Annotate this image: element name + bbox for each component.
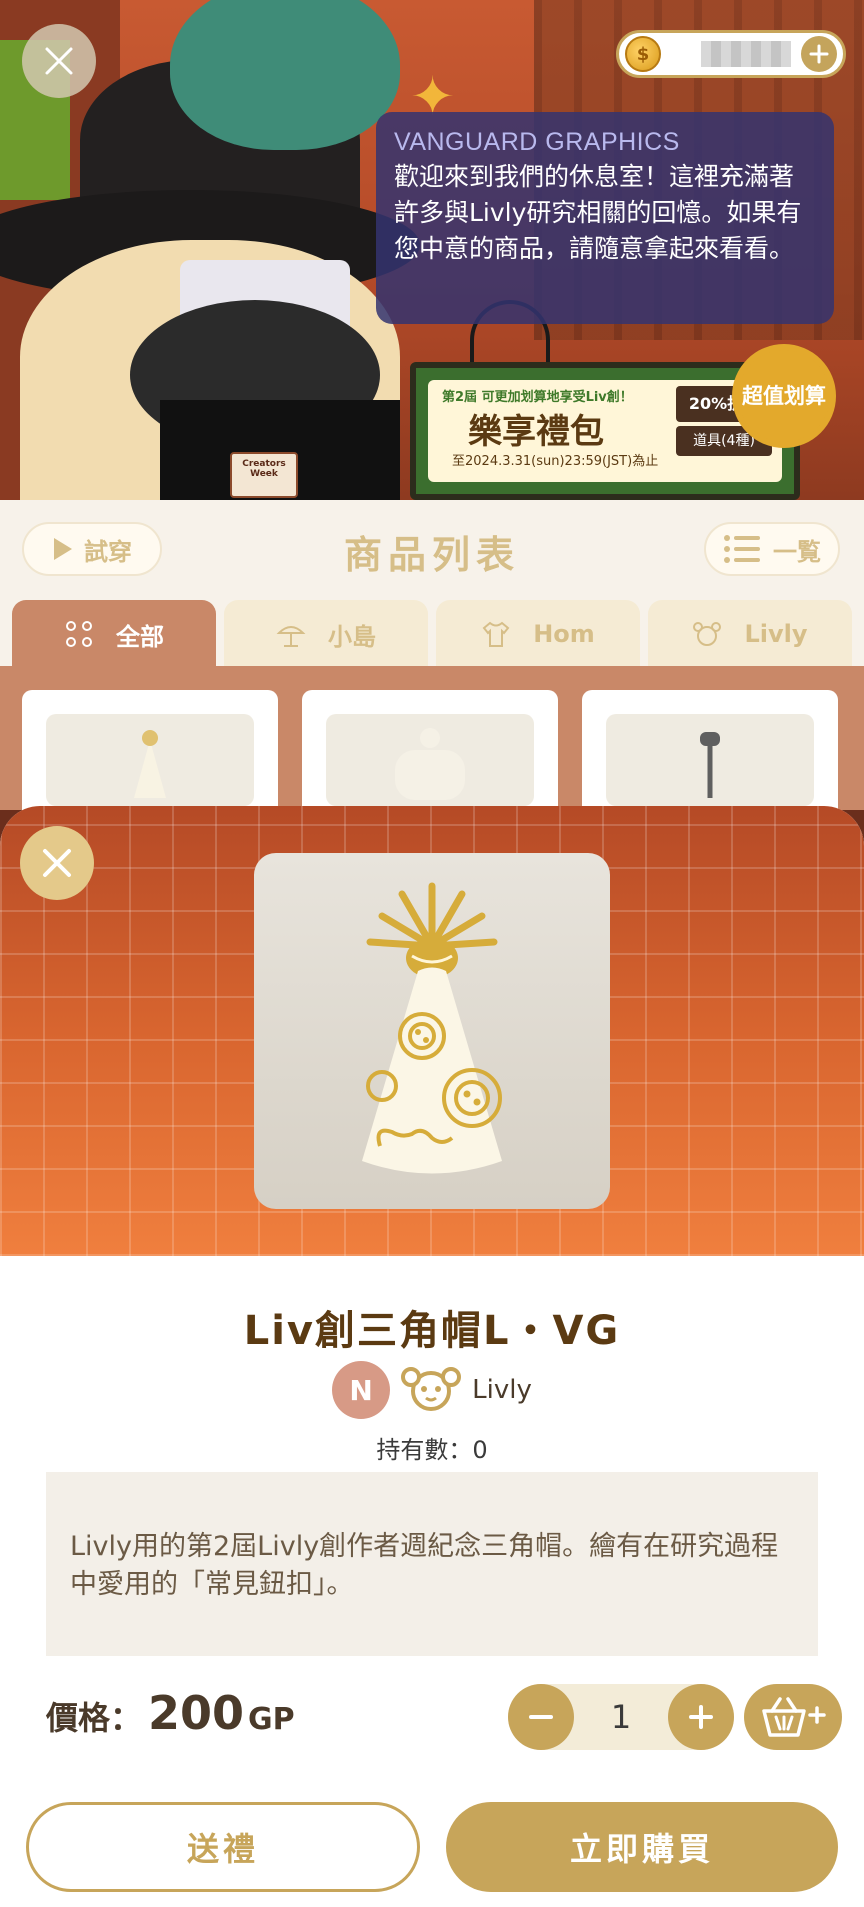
rank-badge: N — [332, 1361, 391, 1419]
ghost-creature — [170, 0, 400, 150]
item-description: Livly用的第2屆Livly創作者週紀念三角帽。繪有在研究過程中愛用的「常見鈕… — [46, 1472, 818, 1656]
coin-icon: $ — [625, 36, 661, 72]
quantity-stepper: 1 — [508, 1684, 734, 1750]
close-scene-button[interactable] — [22, 24, 96, 98]
currency-display: $ — [616, 30, 846, 78]
price-label: 價格： — [46, 1699, 143, 1737]
plus-icon — [689, 1705, 713, 1729]
plus-icon — [809, 44, 829, 64]
owned-count: 持有數：0 — [376, 1436, 488, 1464]
add-to-cart-button[interactable] — [744, 1684, 842, 1750]
gift-button[interactable]: 送禮 — [26, 1802, 420, 1892]
banner-date: 至2024.3.31(sun)23:59(JST)為止 — [452, 454, 659, 469]
close-icon — [43, 849, 71, 877]
decrease-quantity-button[interactable] — [508, 1684, 574, 1750]
close-icon — [45, 47, 73, 75]
banner-title: 樂享禮包 — [468, 412, 604, 452]
creators-week-badge: Creators Week — [230, 452, 298, 498]
close-modal-button[interactable] — [20, 826, 94, 900]
buy-now-button[interactable]: 立即購買 — [446, 1802, 838, 1892]
party-hat-icon — [362, 882, 502, 1174]
add-currency-button[interactable] — [801, 36, 837, 72]
item-name: Liv創三角帽L・VG — [243, 1308, 621, 1354]
price: 價格： 200 GP — [46, 1686, 295, 1746]
currency-amount-hidden — [701, 41, 791, 67]
dialog-speaker: VANGUARD GRAPHICS — [394, 128, 680, 156]
item-category: Livly — [472, 1375, 532, 1405]
item-preview — [254, 853, 610, 1209]
quantity-value: 1 — [610, 1698, 632, 1736]
banner-tag: 第2屆 可更加划算地享受Liv創！ — [442, 390, 633, 405]
shop-overlay — [0, 500, 864, 810]
npc-dialog-bubble: VANGUARD GRAPHICS 歡迎來到我們的休息室！這裡充滿著許多與Liv… — [376, 112, 834, 324]
value-burst-badge: 超值划算 — [738, 350, 830, 442]
dialog-message: 歡迎來到我們的休息室！這裡充滿著許多與Livly研究相關的回憶。如果有您中意的商… — [394, 162, 802, 263]
price-unit: GP — [248, 1702, 295, 1737]
price-value: 200 — [148, 1686, 245, 1740]
item-meta: N Livly — [0, 1358, 864, 1422]
item-detail-modal: Liv創三角帽L・VG N Livly 持有數：0 Livly用的第2屆Livl… — [0, 806, 864, 1907]
minus-icon — [529, 1715, 553, 1719]
increase-quantity-button[interactable] — [668, 1684, 734, 1750]
add-to-basket-icon — [762, 1697, 826, 1737]
livly-icon — [400, 1363, 462, 1417]
